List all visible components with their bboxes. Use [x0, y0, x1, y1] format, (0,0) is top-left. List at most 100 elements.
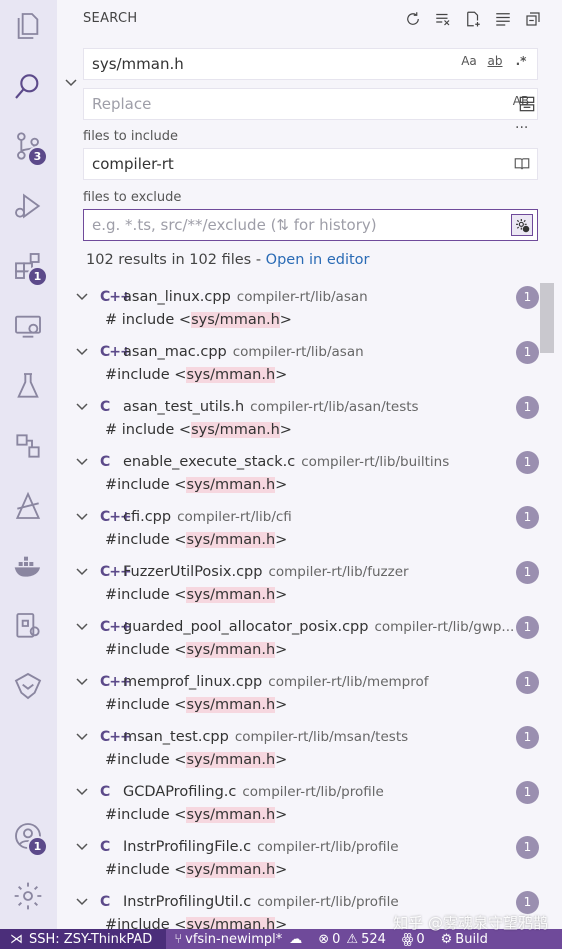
- regex-toggle[interactable]: .*: [511, 54, 531, 68]
- result-file-name: enable_execute_stack.c: [123, 454, 296, 470]
- compass-icon[interactable]: [8, 486, 48, 526]
- files-to-include-value: compiler-rt: [92, 155, 174, 173]
- result-match-row[interactable]: #include <sys/mman.h>: [57, 367, 537, 394]
- chevron-down-icon[interactable]: [75, 565, 89, 579]
- clear-results-icon[interactable]: [432, 8, 454, 30]
- toggle-replace-chevron-icon[interactable]: [64, 76, 78, 90]
- result-match-row[interactable]: #include <sys/mman.h>: [57, 807, 537, 834]
- result-file-row[interactable]: C++ asan_linux.cpp compiler-rt/lib/asan 1: [57, 283, 539, 311]
- refresh-icon[interactable]: [402, 8, 424, 30]
- chevron-down-icon[interactable]: [75, 675, 89, 689]
- use-exclude-settings-icon[interactable]: [511, 214, 533, 236]
- collapse-all-icon[interactable]: [522, 8, 544, 30]
- cmake-icon[interactable]: [8, 666, 48, 706]
- result-match-row[interactable]: #include <sys/mman.h>: [57, 587, 537, 614]
- chevron-down-icon[interactable]: [75, 895, 89, 909]
- result-file-row[interactable]: C++ cfi.cpp compiler-rt/lib/cfi 1: [57, 503, 539, 531]
- files-icon[interactable]: [8, 6, 48, 46]
- remote-explorer-icon[interactable]: [8, 306, 48, 346]
- error-count: 0: [332, 931, 341, 947]
- docker-icon[interactable]: [8, 546, 48, 586]
- file-type-icon: C: [100, 839, 110, 855]
- match-count-badge: 1: [516, 560, 539, 584]
- problems-indicator[interactable]: ⊗ 0 ⚠ 524: [310, 932, 394, 947]
- result-file-row[interactable]: C GCDAProfiling.c compiler-rt/lib/profile 1: [57, 778, 539, 806]
- manage-gear-icon[interactable]: [8, 876, 48, 916]
- chevron-down-icon[interactable]: [75, 620, 89, 634]
- files-to-include-input[interactable]: compiler-rt: [83, 148, 538, 180]
- chevron-down-icon[interactable]: [75, 510, 89, 524]
- chevron-down-icon[interactable]: [75, 730, 89, 744]
- result-match-row[interactable]: #include <sys/mman.h>: [57, 642, 537, 669]
- result-match-row[interactable]: #include <sys/mman.h>: [57, 697, 537, 724]
- result-match-row[interactable]: #include <sys/mman.h>: [57, 862, 537, 889]
- results-scrollbar[interactable]: [540, 283, 554, 353]
- remote-indicator[interactable]: ⋊ SSH: ZSY-ThinkPAD: [0, 929, 167, 949]
- result-file-row[interactable]: C++ FuzzerUtilPosix.cpp compiler-rt/lib/fu…: [57, 558, 539, 586]
- branch-indicator[interactable]: ⑂ vfsin-newimpl* ☁: [166, 932, 310, 947]
- result-file-row[interactable]: C InstrProfilingFile.c compiler-rt/lib/pro…: [57, 833, 539, 861]
- result-file-row[interactable]: C++ memprof_linux.cpp compiler-rt/lib/memp…: [57, 668, 539, 696]
- match-prefix: #include <: [105, 477, 187, 493]
- book-icon[interactable]: [513, 155, 531, 177]
- files-to-exclude-input[interactable]: e.g. *.ts, src/**/exclude (⇅ for history…: [83, 209, 538, 241]
- result-file-row[interactable]: Casan_test_utils.h compiler-rt/lib/asan/t…: [57, 393, 539, 421]
- replace-all-icon[interactable]: [517, 94, 537, 118]
- result-match-row[interactable]: #include <sys/mman.h>: [57, 532, 537, 559]
- match-count-badge: 1: [516, 670, 539, 694]
- run-debug-icon[interactable]: [8, 186, 48, 226]
- match-prefix: # include <: [105, 312, 192, 328]
- warning-count: 524: [361, 931, 386, 947]
- result-file-path: compiler-rt/lib/builtins: [301, 454, 450, 470]
- match-highlight: sys/mman.h: [186, 752, 276, 768]
- match-count-badge: 1: [516, 835, 539, 859]
- result-match-row[interactable]: #include <sys/mman.h>: [57, 477, 537, 504]
- search-input[interactable]: sys/mman.h Aa ab .*: [83, 48, 538, 80]
- chevron-down-icon[interactable]: [75, 840, 89, 854]
- chevron-down-icon[interactable]: [75, 455, 89, 469]
- result-match-row[interactable]: # include <sys/mman.h>: [57, 422, 537, 449]
- ports-indicator[interactable]: ꙮ 0: [394, 932, 433, 947]
- open-in-editor-link[interactable]: Open in editor: [266, 252, 370, 268]
- result-match-row[interactable]: # include <sys/mman.h>: [57, 312, 537, 339]
- match-prefix: #include <: [105, 642, 187, 658]
- whole-word-toggle[interactable]: ab: [485, 54, 505, 68]
- chevron-down-icon[interactable]: [75, 785, 89, 799]
- files-to-exclude-label: files to exclude: [83, 190, 182, 205]
- build-button[interactable]: ⚙ Build: [433, 932, 496, 947]
- result-match-row[interactable]: #include <sys/mman.h>: [57, 752, 537, 779]
- result-file-path: compiler-rt/lib/gwp...: [374, 619, 515, 635]
- result-file-row[interactable]: C++ asan_mac.cpp compiler-rt/lib/asan 1: [57, 338, 539, 366]
- match-highlight: sys/mman.h: [186, 807, 276, 823]
- result-file-path: compiler-rt/lib/asan/tests: [250, 399, 419, 415]
- result-file-label: enable_execute_stack.c compiler-rt/lib/bu…: [123, 454, 449, 470]
- remote-settings-icon[interactable]: [8, 606, 48, 646]
- match-suffix: >: [275, 862, 288, 878]
- chevron-down-icon[interactable]: [75, 290, 89, 304]
- match-highlight: sys/mman.h: [191, 312, 280, 328]
- ports-count: 0: [416, 931, 425, 947]
- match-highlight: sys/mman.h: [186, 862, 276, 878]
- chevron-down-icon[interactable]: [75, 400, 89, 414]
- activity-bar: 3 1 1: [0, 0, 57, 929]
- references-icon[interactable]: [8, 426, 48, 466]
- match-case-toggle[interactable]: Aa: [459, 54, 479, 68]
- testing-icon[interactable]: [8, 366, 48, 406]
- source-control-badge: 3: [27, 146, 48, 167]
- result-file-label: InstrProfilingFile.c compiler-rt/lib/prof…: [123, 839, 399, 855]
- branch-icon: ⑂: [174, 931, 183, 947]
- result-file-row[interactable]: C++ msan_test.cpp compiler-rt/lib/msan/tes…: [57, 723, 539, 751]
- search-icon[interactable]: [8, 66, 48, 106]
- file-type-icon: C: [100, 399, 110, 415]
- match-count-badge: 1: [516, 615, 539, 639]
- new-search-editor-icon[interactable]: [462, 8, 484, 30]
- chevron-down-icon[interactable]: [75, 345, 89, 359]
- result-file-row[interactable]: C++ guarded_pool_allocator_posix.cpp compi…: [57, 613, 539, 641]
- result-file-row[interactable]: Cenable_execute_stack.c compiler-rt/lib/b…: [57, 448, 539, 476]
- branch-label: vfsin-newimpl*: [185, 931, 283, 947]
- view-as-tree-icon[interactable]: [492, 8, 514, 30]
- replace-input[interactable]: Replace AB: [83, 88, 538, 120]
- file-type-icon: C: [100, 454, 110, 470]
- results-count-text: 102 results in 102 files -: [86, 252, 266, 268]
- more-options-toggle[interactable]: ···: [515, 120, 528, 136]
